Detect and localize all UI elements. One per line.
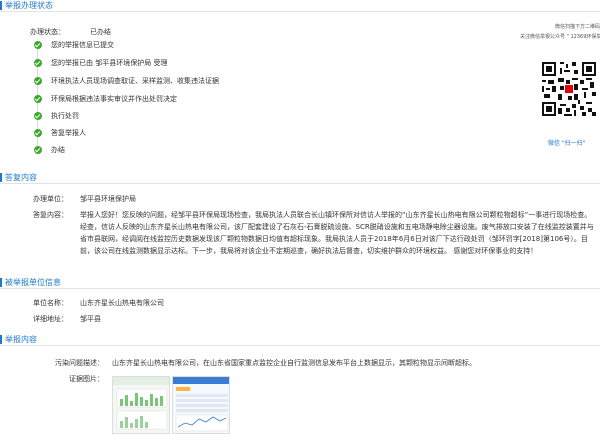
section-title: 答复内容 bbox=[5, 173, 37, 182]
unit-name-value: 山东齐星长山热电有限公司 bbox=[80, 299, 164, 307]
qr-instruction: 微信扫描下方二维码 bbox=[554, 24, 600, 30]
reply-section-header: 答复内容 bbox=[0, 172, 600, 184]
status-section-header: 举报办理状态 bbox=[0, 0, 600, 12]
reply-content-text: 举报人您好！您反映的问题，经邹平县环保局现场检查，我局执法人员联合长山镇环保所对… bbox=[80, 211, 594, 255]
status-label: 办理状态： bbox=[30, 28, 65, 36]
address-label: 详细地址： bbox=[33, 315, 68, 323]
unit-section-header: 被举报单位信息 bbox=[0, 277, 600, 289]
evidence-image[interactable] bbox=[112, 376, 170, 434]
check-icon bbox=[34, 59, 42, 67]
section-accent-bar bbox=[0, 278, 2, 287]
section-title: 举报办理状态 bbox=[5, 1, 53, 10]
reply-content-label: 答复内容： bbox=[33, 211, 68, 219]
check-icon bbox=[34, 77, 42, 85]
qr-instruction-2: 关注微信举报公众号 " 12369环保举报" bbox=[520, 34, 600, 40]
status-value: 已办结 bbox=[90, 28, 111, 36]
evidence-image[interactable] bbox=[172, 376, 230, 434]
check-icon bbox=[34, 41, 42, 49]
qr-code-icon bbox=[540, 60, 598, 118]
description-value: 山东齐星长山热电有限公司，在山东省国家重点监控企业自行监测信息发布平台上数据显示… bbox=[112, 359, 476, 367]
unit-label: 办理单位： bbox=[33, 195, 68, 203]
check-icon bbox=[34, 129, 42, 137]
description-label: 污染问题描述： bbox=[55, 359, 104, 367]
check-icon bbox=[34, 95, 42, 103]
check-icon bbox=[34, 146, 42, 154]
evidence-label: 证据图片： bbox=[69, 375, 104, 383]
evidence-table-image bbox=[173, 377, 229, 433]
unit-name-label: 单位名称： bbox=[33, 299, 68, 307]
section-accent-bar bbox=[0, 335, 2, 344]
section-title: 被举报单位信息 bbox=[5, 278, 61, 287]
report-section-header: 举报内容 bbox=[0, 334, 600, 346]
evidence-chart-image bbox=[113, 377, 169, 433]
qr-panel: 微信扫描下方二维码 关注微信举报公众号 " 12369环保举报" bbox=[520, 24, 600, 41]
section-accent-bar bbox=[0, 1, 2, 10]
section-title: 举报内容 bbox=[5, 335, 37, 344]
address-value: 邹平县 bbox=[80, 315, 101, 323]
section-accent-bar bbox=[0, 173, 2, 182]
check-icon bbox=[34, 112, 42, 120]
unit-value: 邹平县环境保护局 bbox=[80, 195, 136, 203]
qr-caption: 微信 "扫一扫" bbox=[548, 140, 586, 147]
